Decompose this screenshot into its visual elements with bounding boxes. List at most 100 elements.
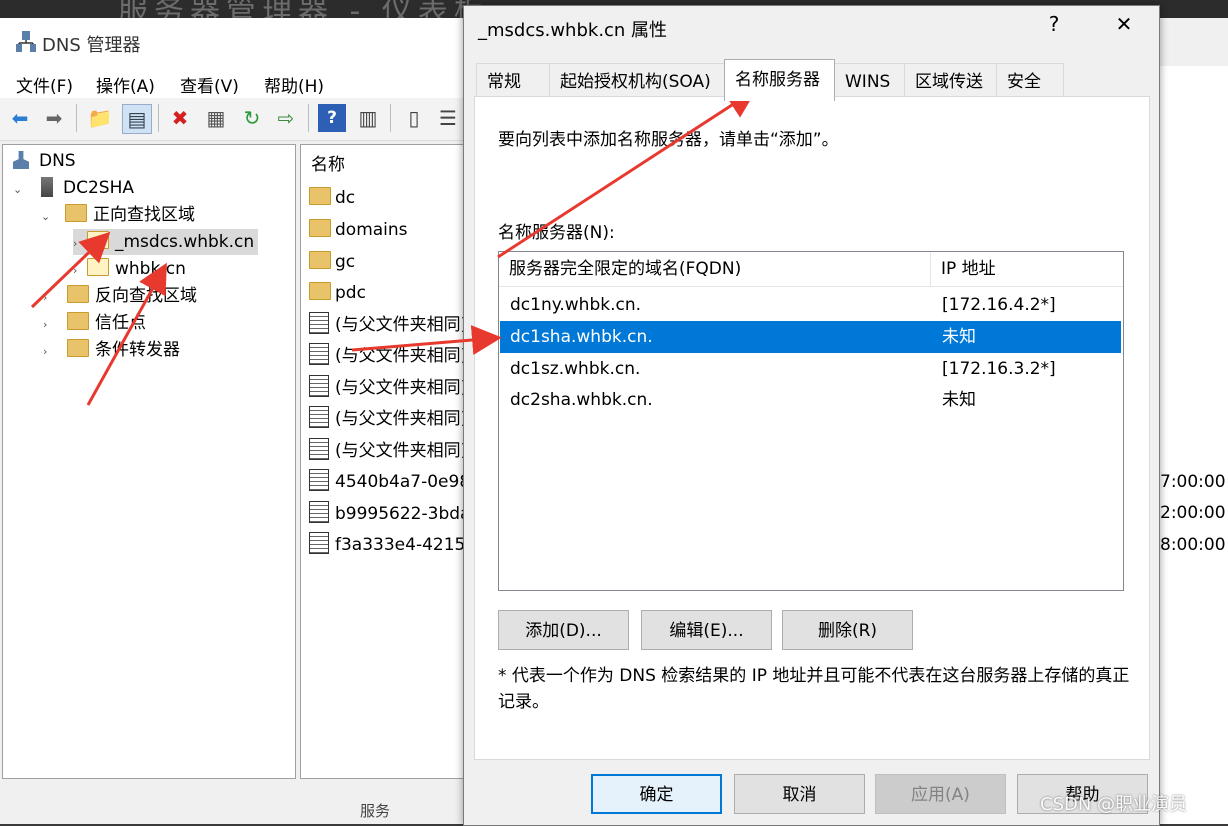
fqdn-cell: dc2sha.whbk.cn. (510, 390, 653, 410)
folder-icon (67, 339, 89, 357)
toolbar-separator (76, 104, 77, 132)
edit-button[interactable]: 编辑(E)... (641, 610, 772, 650)
export-list-icon[interactable]: ⇨ (272, 104, 300, 132)
tab-zone-transfers[interactable]: 区域传送 (904, 63, 997, 97)
tree-node-reverse-zones[interactable]: › 反向查找区域 (43, 283, 197, 309)
up-folder-icon[interactable]: 📁 (86, 104, 114, 132)
list-item-label: (与父文件夹相同) (335, 441, 467, 461)
menu-action[interactable]: 操作(A) (96, 72, 155, 97)
list-item[interactable]: f3a333e4-4215 (309, 531, 467, 559)
name-servers-list[interactable]: 服务器完全限定的域名(FQDN) IP 地址 dc1ny.whbk.cn. [1… (498, 251, 1124, 591)
tab-soa[interactable]: 起始授权机构(SOA) (549, 63, 725, 97)
console-tree: DNS ⌄ DC2SHA ⌄ 正向查找区域 › _msdcs.whbk.cn › whb… (2, 144, 296, 779)
back-arrow-icon[interactable]: ⬅ (6, 104, 34, 132)
column-header-name[interactable]: 名称 (311, 151, 469, 179)
table-row[interactable]: dc1sz.whbk.cn. [172.16.3.2*] (500, 353, 1121, 385)
table-row[interactable]: dc1ny.whbk.cn. [172.16.4.2*] (500, 289, 1121, 321)
chevron-right-icon[interactable]: › (43, 339, 57, 365)
tab-name-servers[interactable]: 名称服务器 (724, 59, 835, 101)
timestamp-cell: 8:00:00 (1160, 535, 1226, 555)
delete-icon[interactable]: ✖ (166, 104, 194, 132)
table-row[interactable]: dc2sha.whbk.cn. 未知 (500, 384, 1121, 416)
dialog-title: _msdcs.whbk.cn 属性 (478, 20, 668, 41)
menu-view[interactable]: 查看(V) (180, 72, 239, 97)
list-item[interactable]: (与父文件夹相同) (309, 437, 467, 465)
list-header: 服务器完全限定的域名(FQDN) IP 地址 (499, 252, 1123, 287)
chevron-right-icon[interactable]: › (43, 312, 57, 338)
menu-help[interactable]: 帮助(H) (264, 72, 324, 97)
table-row-selected[interactable]: dc1sha.whbk.cn. 未知 (500, 321, 1121, 353)
records-list: 名称 dc domains gc pdc (与父文件夹相同) (与父文件夹相同)… (300, 144, 468, 779)
record-icon (309, 375, 329, 397)
list-item[interactable]: pdc (309, 279, 467, 307)
list-item-label: gc (335, 252, 356, 272)
chevron-down-icon[interactable]: ⌄ (13, 177, 27, 203)
list-item[interactable]: b9995622-3bda (309, 500, 467, 528)
list-item[interactable]: gc (309, 248, 467, 276)
watermark: CSDN @职业演员 (1040, 794, 1188, 815)
tab-security[interactable]: 安全 (996, 63, 1064, 97)
chevron-right-icon[interactable]: › (73, 231, 87, 257)
tab-general[interactable]: 常规 (476, 63, 550, 97)
timestamp-cell: 7:00:00 (1160, 472, 1226, 492)
help-icon[interactable]: ? (1036, 12, 1072, 36)
chevron-right-icon[interactable]: › (73, 258, 87, 284)
close-icon[interactable]: ✕ (1106, 12, 1142, 36)
add-button[interactable]: 添加(D)... (498, 610, 629, 650)
list-item[interactable]: 4540b4a7-0e98 (309, 468, 467, 496)
chevron-right-icon[interactable]: › (43, 285, 57, 311)
ip-cell: 未知 (942, 327, 976, 347)
tree-node-server[interactable]: ⌄ DC2SHA (13, 175, 134, 201)
refresh-icon[interactable]: ↻ (238, 104, 266, 132)
list-item[interactable]: (与父文件夹相同) (309, 405, 467, 433)
record-icon (309, 469, 329, 491)
tree-node-msdcs-zone[interactable]: › _msdcs.whbk.cn (73, 229, 259, 257)
list-icon[interactable]: ☰ (434, 104, 462, 132)
ip-cell: [172.16.3.2*] (942, 359, 1056, 379)
tree-label: DNS (39, 151, 76, 171)
server-icon[interactable]: ▯ (400, 104, 428, 132)
list-item-label: pdc (335, 283, 366, 303)
list-item[interactable]: (与父文件夹相同) (309, 311, 467, 339)
list-item-label: f3a333e4-4215 (335, 535, 466, 555)
tree-node-conditional-forwarders[interactable]: › 条件转发器 (43, 337, 180, 363)
show-hide-tree-icon[interactable]: ▤ (122, 104, 152, 134)
properties-dialog: _msdcs.whbk.cn 属性 ? ✕ 常规 起始授权机构(SOA) 名称服… (463, 5, 1160, 826)
footnote: * 代表一个作为 DNS 检索结果的 IP 地址并且可能不代表在这台服务器上存储… (498, 666, 1130, 712)
list-item[interactable]: (与父文件夹相同) (309, 374, 467, 402)
column-header-ip[interactable]: IP 地址 (931, 252, 1119, 286)
tree-label: _msdcs.whbk.cn (115, 232, 255, 252)
list-item[interactable]: domains (309, 216, 467, 244)
tree-node-forward-zones[interactable]: ⌄ 正向查找区域 (41, 202, 195, 228)
list-item[interactable]: dc (309, 184, 467, 212)
fqdn-cell: dc1sha.whbk.cn. (510, 327, 653, 347)
instruction-text: 要向列表中添加名称服务器，请单击“添加”。 (498, 130, 839, 150)
properties-icon[interactable]: ▦ (202, 104, 230, 132)
forward-arrow-icon[interactable]: ➡ (40, 104, 68, 132)
help-icon[interactable]: ? (318, 104, 346, 132)
toolbar-separator (308, 104, 309, 132)
toolbar-separator (158, 104, 159, 132)
toolbar: ⬅ ➡ 📁 ▤ ✖ ▦ ↻ ⇨ ? ▥ ▯ ☰ (0, 98, 466, 141)
fqdn-cell: dc1sz.whbk.cn. (510, 359, 641, 379)
tree-label: 条件转发器 (95, 340, 180, 360)
chevron-down-icon[interactable]: ⌄ (41, 204, 55, 230)
ok-button[interactable]: 确定 (591, 774, 722, 814)
tree-node-trust-points[interactable]: › 信任点 (43, 310, 146, 336)
list-item-label: domains (335, 220, 408, 240)
list-item[interactable]: (与父文件夹相同) (309, 342, 467, 370)
list-item-label: dc (335, 188, 356, 208)
record-icon (309, 312, 329, 334)
action-pane-icon[interactable]: ▥ (354, 104, 382, 132)
apply-button[interactable]: 应用(A) (875, 774, 1006, 814)
tab-wins[interactable]: WINS (834, 63, 905, 97)
cancel-button[interactable]: 取消 (734, 774, 865, 814)
tree-node-whbk-zone[interactable]: › whbk.cn (73, 256, 186, 282)
column-header-fqdn[interactable]: 服务器完全限定的域名(FQDN) (499, 252, 931, 286)
dns-app-icon (14, 30, 38, 56)
folder-icon (309, 251, 331, 269)
tree-label: whbk.cn (115, 259, 186, 279)
remove-button[interactable]: 删除(R) (782, 610, 913, 650)
menu-file[interactable]: 文件(F) (16, 72, 73, 97)
tree-node-dns[interactable]: DNS (13, 148, 76, 174)
